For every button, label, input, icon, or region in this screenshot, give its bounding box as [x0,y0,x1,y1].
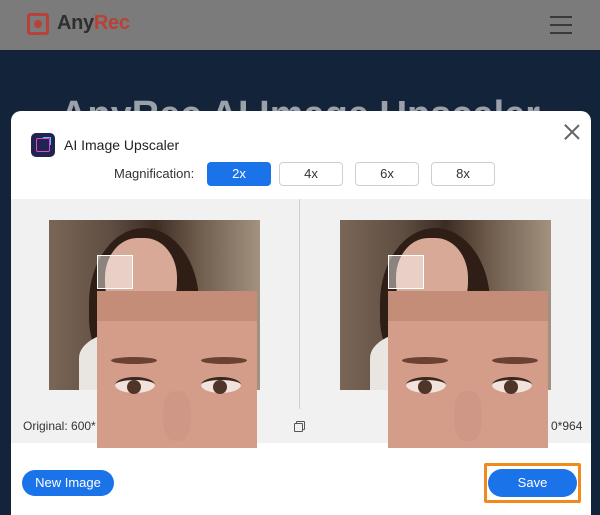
resolution-info-row: Original: 600* 0*964 [11,408,591,443]
upscaler-app-icon [31,133,55,157]
magnifier-lens[interactable] [97,255,133,289]
magnification-label: Magnification: [114,166,195,181]
close-icon[interactable] [561,121,583,143]
compare-icon[interactable] [294,421,305,432]
upscaler-modal: AI Image Upscaler Magnification: 2x 4x 6… [11,111,591,515]
anyrec-logo-icon [27,12,49,35]
preview-area [11,199,591,448]
anyrec-logo[interactable]: AnyRec [27,12,130,35]
brand-name: AnyRec [57,12,130,34]
save-button[interactable]: Save [488,469,577,497]
magnification-8x-button[interactable]: 8x [431,162,495,186]
magnification-2x-button[interactable]: 2x [207,162,271,186]
modal-header: AI Image Upscaler [31,133,179,157]
site-header: AnyRec [0,0,600,50]
preview-divider [299,199,300,409]
magnification-selector: Magnification: 2x 4x 6x 8x [11,162,591,186]
new-image-button[interactable]: New Image [22,470,114,496]
output-resolution: 0*964 [551,419,583,433]
magnification-6x-button[interactable]: 6x [355,162,419,186]
modal-title: AI Image Upscaler [64,137,180,153]
hamburger-menu-icon[interactable] [550,16,572,34]
output-magnifier-lens[interactable] [388,255,424,289]
original-resolution: Original: 600* [23,419,96,433]
magnification-4x-button[interactable]: 4x [279,162,343,186]
